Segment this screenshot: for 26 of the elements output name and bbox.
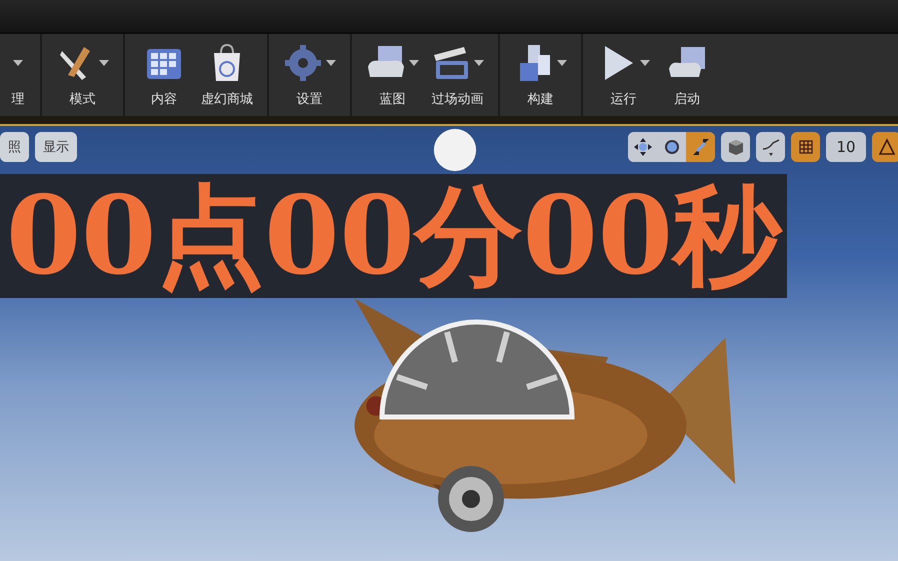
toolbar-button[interactable]: 内容 [133,34,195,116]
toolbar-button[interactable]: 蓝图 [360,34,425,116]
toolbar-button[interactable]: 启动 [656,34,718,116]
transform-tool-button[interactable] [686,132,715,162]
toolbar-button[interactable]: 虚幻商城 [195,34,259,116]
grid-snap-button[interactable] [791,132,820,162]
surface-snap-button[interactable] [756,132,785,162]
toolbar-button[interactable]: 模式 [50,34,115,116]
viewport-button[interactable]: 显示 [35,132,77,162]
scale-icon [690,137,710,157]
sphere-drawing [433,128,477,172]
scene-text: 00点00分00秒 [0,174,787,298]
gear-icon [283,43,323,83]
toolbar-button[interactable]: 构建 [508,34,573,116]
world-space-button[interactable] [721,132,750,162]
viewport-button[interactable]: 照 [0,132,29,162]
grid-size-dropdown[interactable]: 10 [826,132,866,162]
snap-curve-icon [760,137,780,157]
toolbar-button[interactable]: 过场动画 [425,34,490,116]
move-icon [632,137,652,157]
pivot-sphere-icon [436,464,506,534]
angle-snap-button[interactable] [872,132,898,162]
toolbar-button[interactable]: 设置 [277,34,342,116]
triangle-angle-icon [876,137,896,157]
toolbar-button[interactable]: 理 [0,34,36,116]
toolbar-button[interactable]: 运行 [591,34,656,116]
